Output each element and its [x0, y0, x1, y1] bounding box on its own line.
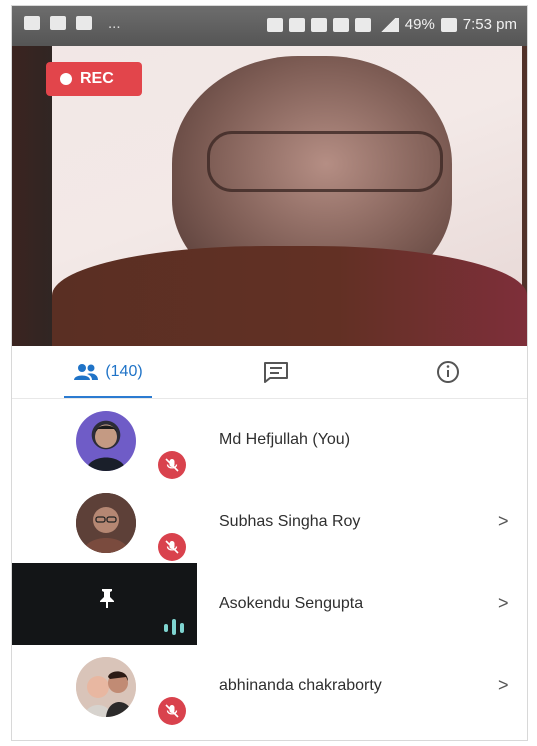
participant-tile [12, 399, 197, 481]
participant-row[interactable]: Asokendu Sengupta > [12, 563, 527, 645]
participant-row[interactable]: abhinanda chakraborty > [12, 645, 527, 727]
app-frame: ... 49% 7:53 pm REC (140) Md Hefjullah (… [12, 6, 527, 740]
wifi-icon [332, 17, 349, 32]
battery-icon [440, 17, 457, 32]
participants-list: Md Hefjullah (You) Subhas Singha Roy > A… [12, 399, 527, 740]
battery-percent: 49% [404, 16, 435, 33]
more-notifications: ... [108, 15, 121, 32]
speaker-shirt [52, 246, 527, 346]
mic-off-icon [158, 533, 186, 561]
chevron-right-icon[interactable]: > [498, 511, 509, 532]
active-tab-indicator [64, 396, 152, 398]
participant-name: Subhas Singha Roy [219, 513, 361, 530]
volte-icon [310, 17, 327, 32]
youtube-icon [76, 16, 92, 30]
avatar [76, 493, 136, 553]
tab-info[interactable] [422, 346, 474, 398]
speaking-indicator-icon [164, 619, 184, 635]
info-icon [437, 361, 459, 383]
record-dot-icon [60, 73, 72, 85]
signal-icon [376, 17, 399, 32]
participant-tile [12, 563, 197, 645]
participants-count: (140) [105, 363, 143, 380]
participant-row[interactable]: Subhas Singha Roy > [12, 481, 527, 563]
message-icon [50, 16, 66, 30]
mic-off-icon [158, 697, 186, 725]
mic-off-icon [158, 451, 186, 479]
recording-label: REC [80, 70, 114, 87]
people-icon [74, 364, 99, 380]
participant-row[interactable]: Md Hefjullah (You) [12, 399, 527, 481]
pin-icon [100, 589, 114, 608]
bluetooth-icon [266, 17, 283, 32]
participant-tile [12, 645, 197, 727]
participant-name: Md Hefjullah (You) [219, 431, 351, 448]
system-icons: 49% 7:53 pm [266, 16, 517, 33]
chevron-right-icon[interactable]: > [498, 675, 509, 696]
avatar [76, 411, 136, 471]
notification-icons [24, 16, 92, 30]
tab-chat[interactable] [250, 346, 302, 398]
participant-tile [12, 481, 197, 563]
recording-badge: REC [46, 62, 142, 96]
clock: 7:53 pm [462, 16, 517, 33]
status-bar: ... 49% 7:53 pm [12, 6, 527, 46]
sim-icon [354, 17, 371, 32]
participant-name: abhinanda chakraborty [219, 677, 382, 694]
chat-icon [264, 362, 288, 383]
gallery-icon [24, 16, 40, 30]
tab-participants[interactable]: (140) [56, 346, 160, 398]
mail-icon [288, 17, 305, 32]
participant-name: Asokendu Sengupta [219, 595, 364, 612]
meeting-tabs: (140) [12, 346, 527, 399]
chevron-right-icon[interactable]: > [498, 593, 509, 614]
avatar [76, 657, 136, 717]
speaker-glasses [207, 131, 443, 192]
